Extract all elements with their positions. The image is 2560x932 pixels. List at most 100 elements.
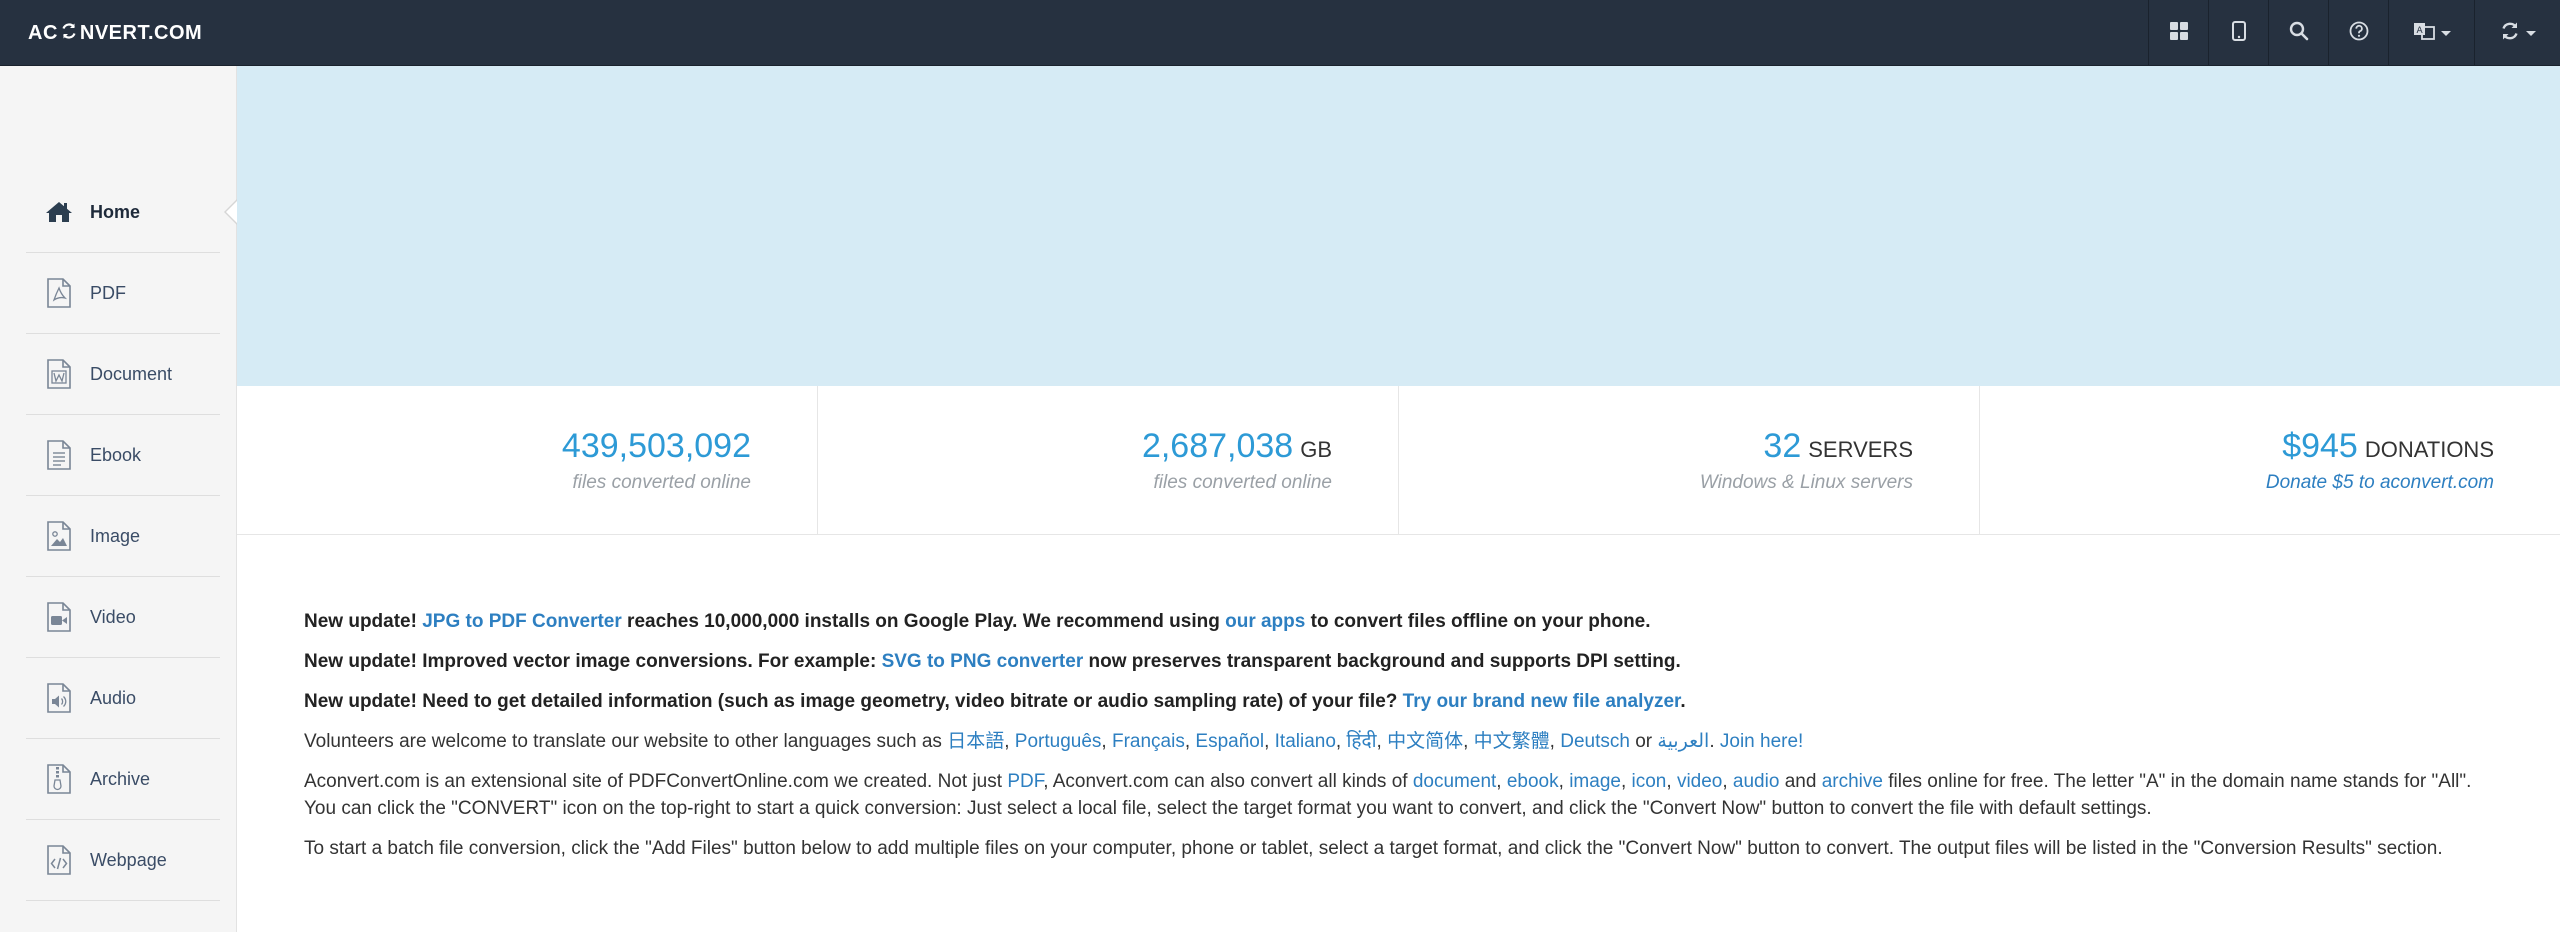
sidebar-item-label: Image (90, 525, 141, 546)
sidebar-item-label: Video (90, 606, 136, 627)
search-icon (2289, 21, 2309, 46)
sidebar: Home PDF Document Ebook Image Video Audi… (0, 66, 240, 932)
quick-convert-button[interactable] (2474, 0, 2560, 66)
donate-link[interactable]: Donate $5 to aconvert.com (2266, 472, 2494, 494)
sidebar-item-label: Home (90, 201, 141, 222)
search-button[interactable] (2268, 0, 2328, 66)
language-link-zh-tw[interactable]: 中文繁體 (1474, 731, 1550, 752)
stat-donations: $945 DONATIONS Donate $5 to aconvert.com (1980, 386, 2560, 534)
language-button[interactable]: A (2388, 0, 2474, 66)
sidebar-item-image[interactable]: Image (26, 496, 220, 577)
about-paragraph: Aconvert.com is an extensional site of P… (304, 771, 2472, 819)
stat-caption: Windows & Linux servers (1699, 471, 1913, 493)
document-file-icon (44, 358, 74, 390)
apps-grid-button[interactable] (2148, 0, 2208, 66)
mobile-apps-button[interactable] (2208, 0, 2268, 66)
sidebar-item-document[interactable]: Document (26, 334, 220, 415)
pdf-file-icon (44, 277, 74, 309)
sidebar-menu: Home PDF Document Ebook Image Video Audi… (26, 172, 240, 901)
volunteers-paragraph: Volunteers are welcome to translate our … (304, 731, 1804, 752)
language-link-zh-cn[interactable]: 中文简体 (1387, 731, 1463, 752)
language-icon: A (2413, 21, 2435, 46)
main-content: New update! JPG to PDF Converter reaches… (304, 608, 2504, 875)
batch-paragraph: To start a batch file conversion, click … (304, 838, 2443, 859)
stat-value: 32 SERVERS (1763, 427, 1913, 466)
language-link-de[interactable]: Deutsch (1560, 731, 1630, 752)
stat-number: 439,503,092 (561, 426, 751, 465)
notice-text: to convert files offline on your phone. (1305, 611, 1651, 632)
apps-grid-icon (2169, 21, 2189, 46)
webpage-file-icon (44, 844, 74, 876)
paragraph-text: and (1779, 771, 1822, 792)
notice-text: New update! Need to get detailed informa… (304, 691, 1403, 712)
audio-link[interactable]: audio (1733, 771, 1780, 792)
language-link-es[interactable]: Español (1195, 731, 1264, 752)
notice-text: . (1680, 691, 1686, 712)
icon-link[interactable]: icon (1632, 771, 1667, 792)
sidebar-item-video[interactable]: Video (26, 577, 220, 658)
language-link-pt[interactable]: Português (1015, 731, 1102, 752)
site-logo[interactable]: AC NVERT.COM (28, 18, 202, 48)
paragraph-text: or (1629, 731, 1658, 752)
update-notice-1: New update! JPG to PDF Converter reaches… (304, 608, 2504, 635)
sidebar-item-label: Document (90, 363, 173, 384)
chevron-down-icon (2525, 30, 2536, 36)
sidebar-item-archive[interactable]: Archive (26, 739, 220, 820)
our-apps-link[interactable]: our apps (1225, 611, 1305, 632)
ebook-link[interactable]: ebook (1507, 771, 1559, 792)
ad-banner (237, 66, 2560, 386)
stat-value: $945 DONATIONS (2282, 427, 2494, 466)
sidebar-item-audio[interactable]: Audio (26, 658, 220, 739)
update-notice-2: New update! Improved vector image conver… (304, 648, 2504, 675)
stat-unit: SERVERS (1808, 436, 1913, 462)
stat-value: 439,503,092 (562, 427, 751, 466)
sidebar-item-label: Ebook (90, 444, 142, 465)
jpg-to-pdf-link[interactable]: JPG to PDF Converter (422, 611, 622, 632)
image-file-icon (44, 520, 74, 552)
image-link[interactable]: image (1569, 771, 1621, 792)
stat-files-converted: 439,503,092 files converted online (237, 386, 818, 534)
tablet-icon (2231, 20, 2247, 46)
language-link-ar[interactable]: العربية (1657, 731, 1709, 752)
video-link[interactable]: video (1677, 771, 1722, 792)
stat-value: 2,687,038 GB (1142, 427, 1332, 466)
language-link-ja[interactable]: 日本語 (947, 731, 1004, 752)
stat-number: 2,687,038 (1141, 426, 1294, 465)
help-button[interactable] (2328, 0, 2388, 66)
sidebar-item-label: Webpage (90, 849, 167, 870)
sidebar-item-ebook[interactable]: Ebook (26, 415, 220, 496)
convert-icon (2500, 21, 2520, 46)
paragraph-text: Volunteers are welcome to translate our … (304, 731, 948, 752)
sidebar-item-home[interactable]: Home (26, 172, 240, 253)
top-icon-bar: A (2148, 0, 2560, 66)
pdf-link[interactable]: PDF (1007, 771, 1043, 792)
stat-unit: DONATIONS (2364, 436, 2494, 462)
notice-text: reaches 10,000,000 installs on Google Pl… (621, 611, 1226, 632)
notice-text: New update! Improved vector image conver… (304, 651, 882, 672)
svg-to-png-link[interactable]: SVG to PNG converter (882, 651, 1084, 672)
language-link-it[interactable]: Italiano (1275, 731, 1336, 752)
join-translation-link[interactable]: Join here! (1720, 731, 1803, 752)
sidebar-item-pdf[interactable]: PDF (26, 253, 220, 334)
logo-text-right: NVERT.COM (79, 21, 203, 44)
notice-text: New update! (304, 611, 423, 632)
update-notice-3: New update! Need to get detailed informa… (304, 688, 2504, 715)
paragraph-text: Aconvert.com is an extensional site of P… (304, 771, 1008, 792)
stat-number: $945 (2282, 426, 2358, 465)
stats-row: 439,503,092 files converted online 2,687… (237, 386, 2560, 535)
top-navbar: AC NVERT.COM A (0, 0, 2560, 66)
logo-text-left: AC (28, 21, 58, 44)
sidebar-item-webpage[interactable]: Webpage (26, 820, 220, 901)
stat-servers: 32 SERVERS Windows & Linux servers (1399, 386, 1980, 534)
file-analyzer-link[interactable]: Try our brand new file analyzer (1403, 691, 1681, 712)
chevron-down-icon (2440, 30, 2451, 36)
document-link[interactable]: document (1413, 771, 1496, 792)
sidebar-item-label: Archive (90, 768, 151, 789)
stat-number: 32 (1763, 426, 1802, 465)
language-link-fr[interactable]: Français (1112, 731, 1185, 752)
language-link-hi[interactable]: हिंदी (1346, 731, 1376, 752)
archive-link[interactable]: archive (1822, 771, 1883, 792)
sidebar-item-label: PDF (90, 282, 126, 303)
help-icon (2349, 21, 2369, 46)
stat-caption: files converted online (1153, 471, 1333, 493)
